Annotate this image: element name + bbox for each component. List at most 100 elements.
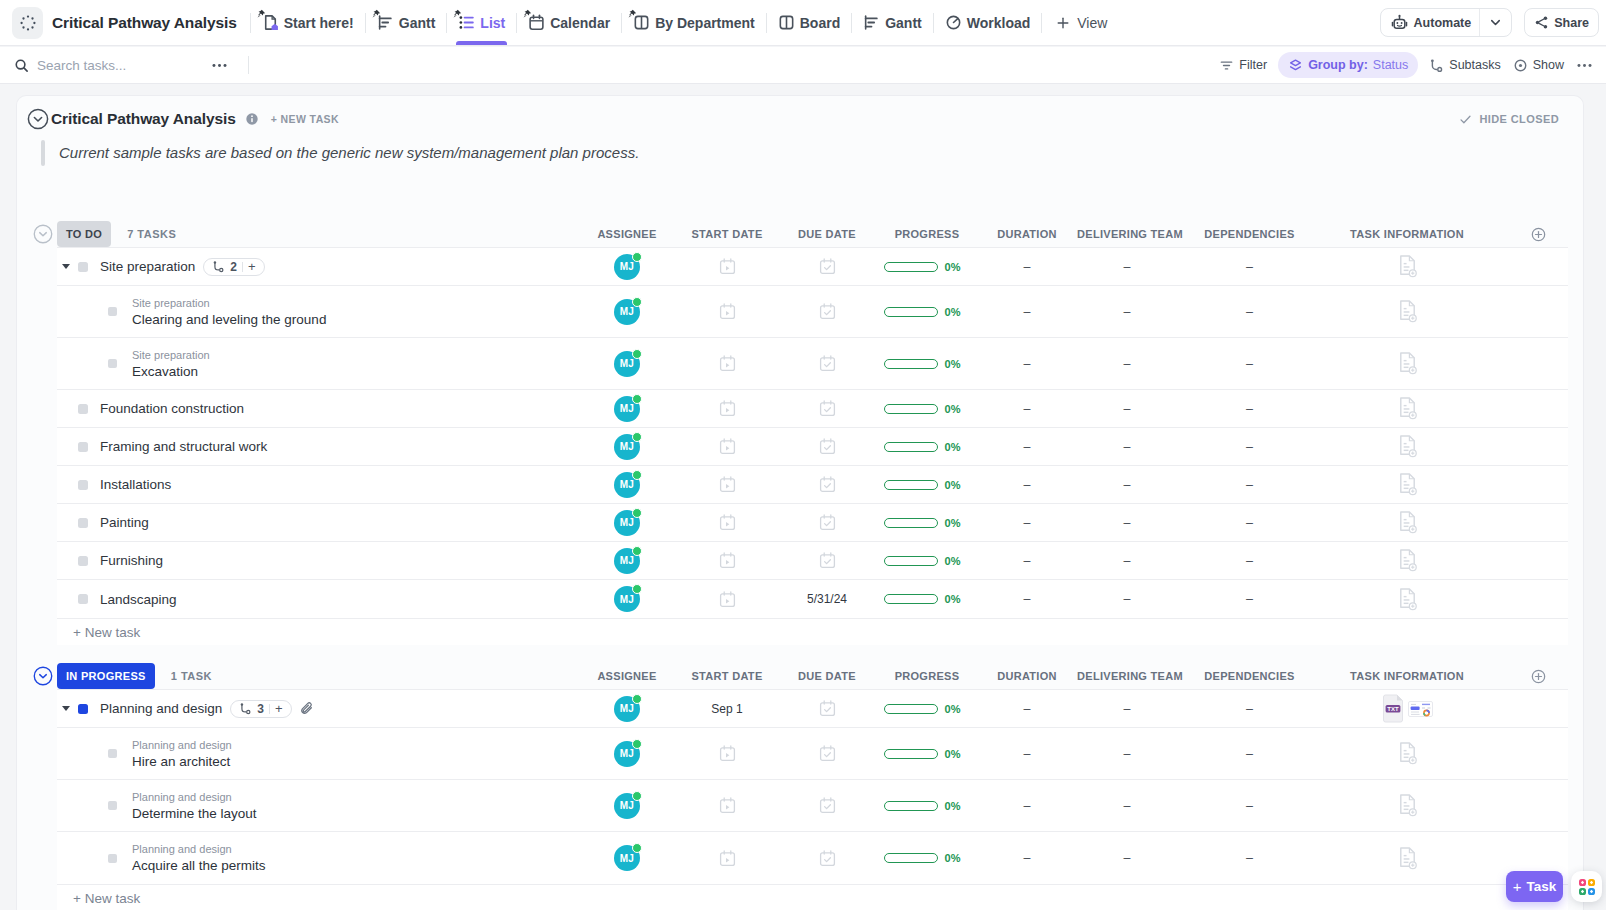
assignee-cell[interactable]: MJ — [577, 472, 677, 498]
task-information-cell[interactable] — [1322, 351, 1492, 376]
duration-cell[interactable]: – — [977, 592, 1077, 606]
task-name[interactable]: Landscaping — [100, 592, 177, 607]
start-date-cell[interactable] — [677, 552, 777, 569]
due-date-cell[interactable] — [777, 797, 877, 814]
delivering-team-cell[interactable]: – — [1077, 747, 1177, 761]
start-date-cell[interactable] — [677, 400, 777, 417]
duration-cell[interactable]: – — [977, 402, 1077, 416]
subtask-row[interactable]: Planning and design Acquire all the perm… — [57, 832, 1568, 884]
task-information-cell[interactable] — [1322, 793, 1492, 818]
assignee-avatar[interactable]: MJ — [614, 696, 640, 722]
duration-cell[interactable]: – — [977, 260, 1077, 274]
delivering-team-cell[interactable]: – — [1077, 440, 1177, 454]
dependencies-cell[interactable]: – — [1177, 799, 1322, 813]
subtask-name[interactable]: Excavation — [132, 364, 210, 379]
status-square[interactable] — [78, 442, 88, 452]
task-information-cell[interactable] — [1322, 548, 1492, 573]
subtasks-button[interactable]: Subtasks — [1423, 52, 1506, 78]
delivering-team-cell[interactable]: – — [1077, 799, 1177, 813]
assignee-avatar[interactable]: MJ — [614, 741, 640, 767]
assignee-cell[interactable]: MJ — [577, 299, 677, 325]
delivering-team-cell[interactable]: – — [1077, 260, 1177, 274]
group-collapse-icon[interactable] — [33, 224, 53, 244]
add-subtask-button[interactable]: + — [248, 260, 256, 273]
automate-dropdown[interactable] — [1480, 15, 1511, 30]
duration-cell[interactable]: – — [977, 478, 1077, 492]
group-by-button[interactable]: Group by: Status — [1278, 52, 1418, 78]
progress-cell[interactable]: 0% — [877, 517, 977, 529]
delivering-team-cell[interactable]: – — [1077, 305, 1177, 319]
duration-cell[interactable]: – — [977, 554, 1077, 568]
subtask-row[interactable]: Site preparation Clearing and leveling t… — [57, 286, 1568, 338]
expand-caret-icon[interactable] — [62, 264, 70, 269]
due-date-cell[interactable] — [777, 438, 877, 455]
progress-cell[interactable]: 0% — [877, 261, 977, 273]
task-name[interactable]: Furnishing — [100, 553, 163, 568]
progress-cell[interactable]: 0% — [877, 800, 977, 812]
search-box[interactable] — [14, 58, 187, 73]
task-name[interactable]: Framing and structural work — [100, 439, 267, 454]
progress-cell[interactable]: 0% — [877, 593, 977, 605]
duration-cell[interactable]: – — [977, 799, 1077, 813]
due-date-cell[interactable] — [777, 258, 877, 275]
dependencies-cell[interactable]: – — [1177, 592, 1322, 606]
task-info-doc-icon[interactable] — [1396, 472, 1419, 497]
due-date-cell[interactable] — [777, 476, 877, 493]
dependencies-cell[interactable]: – — [1177, 260, 1322, 274]
add-task-row[interactable]: + New task — [57, 885, 1568, 910]
task-name[interactable]: Site preparation — [100, 259, 195, 274]
tab-board[interactable]: Board — [767, 0, 851, 45]
collapse-list-icon[interactable] — [27, 108, 49, 130]
progress-cell[interactable]: 0% — [877, 403, 977, 415]
dependencies-cell[interactable]: – — [1177, 402, 1322, 416]
start-date-cell[interactable]: Sep 1 — [677, 702, 777, 716]
assignee-avatar[interactable]: MJ — [614, 351, 640, 377]
due-date-cell[interactable] — [777, 514, 877, 531]
status-square[interactable] — [78, 518, 88, 528]
status-square[interactable] — [108, 801, 117, 810]
app-grid-button[interactable] — [1571, 871, 1602, 902]
due-date-cell[interactable] — [777, 745, 877, 762]
tab-gantt[interactable]: Gantt — [366, 0, 447, 45]
more-options-button[interactable] — [1570, 52, 1593, 78]
image-attachment-thumbnail[interactable] — [1408, 701, 1433, 717]
task-info-doc-icon[interactable] — [1396, 741, 1419, 766]
column-header-due-date[interactable]: DUE DATE — [777, 670, 877, 682]
task-information-cell[interactable] — [1322, 741, 1492, 766]
delivering-team-cell[interactable]: – — [1077, 851, 1177, 865]
task-information-cell[interactable] — [1322, 587, 1492, 612]
delivering-team-cell[interactable]: – — [1077, 702, 1177, 716]
status-badge[interactable]: IN PROGRESS — [57, 663, 155, 689]
show-button[interactable]: Show — [1507, 52, 1570, 78]
add-column-button[interactable] — [1500, 227, 1576, 242]
duration-cell[interactable]: – — [977, 702, 1077, 716]
add-view-button[interactable]: View — [1042, 0, 1121, 45]
dependencies-cell[interactable]: – — [1177, 478, 1322, 492]
add-task-fab[interactable]: + Task — [1506, 871, 1563, 902]
task-row[interactable]: Installations + MJ 0% – – – — [57, 466, 1568, 504]
start-date-cell[interactable] — [677, 303, 777, 320]
due-date-cell[interactable] — [777, 400, 877, 417]
tab-workload[interactable]: Workload — [934, 0, 1042, 45]
dependencies-cell[interactable]: – — [1177, 702, 1322, 716]
start-date-cell[interactable] — [677, 355, 777, 372]
assignee-avatar[interactable]: MJ — [614, 434, 640, 460]
duration-cell[interactable]: – — [977, 357, 1077, 371]
subtask-name[interactable]: Determine the layout — [132, 806, 257, 821]
assignee-avatar[interactable]: MJ — [614, 472, 640, 498]
due-date-cell[interactable] — [777, 700, 877, 717]
column-header-start-date[interactable]: START DATE — [677, 228, 777, 240]
task-info-doc-icon[interactable] — [1396, 299, 1419, 324]
column-header-start-date[interactable]: START DATE — [677, 670, 777, 682]
status-badge[interactable]: TO DO — [57, 221, 111, 247]
task-name[interactable]: Installations — [100, 477, 171, 492]
share-button[interactable]: Share — [1524, 8, 1599, 37]
start-date-cell[interactable] — [677, 514, 777, 531]
column-header-progress[interactable]: PROGRESS — [877, 228, 977, 240]
assignee-avatar[interactable]: MJ — [614, 548, 640, 574]
duration-cell[interactable]: – — [977, 516, 1077, 530]
progress-cell[interactable]: 0% — [877, 852, 977, 864]
assignee-avatar[interactable]: MJ — [614, 254, 640, 280]
column-header-assignee[interactable]: ASSIGNEE — [577, 670, 677, 682]
assignee-cell[interactable]: MJ — [577, 845, 677, 871]
